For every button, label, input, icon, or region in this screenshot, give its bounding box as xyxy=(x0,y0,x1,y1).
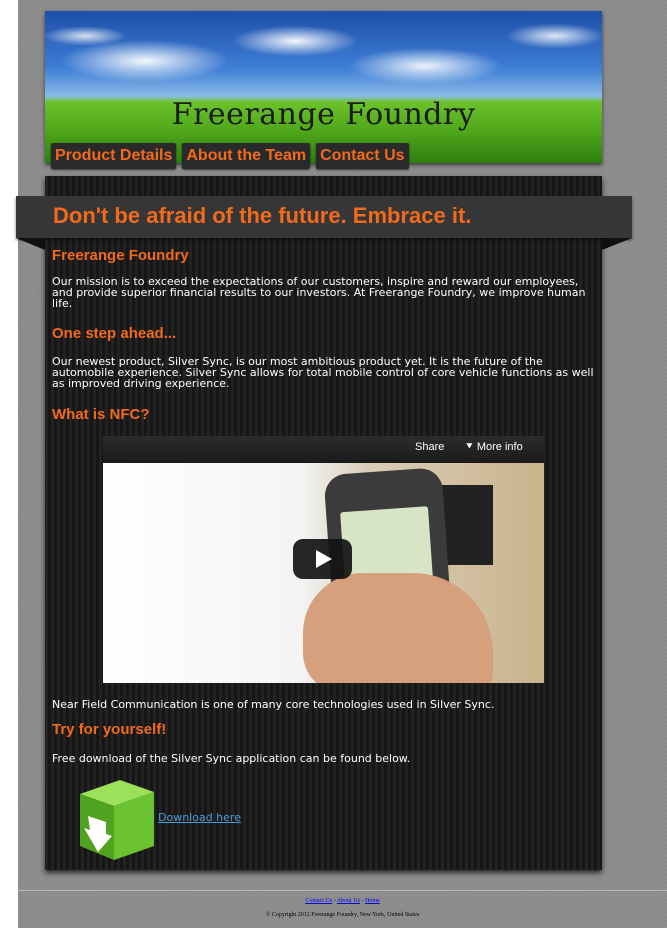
video-top-bar: Share ⯆ More info xyxy=(103,436,544,463)
nav-contact-us[interactable]: Contact Us xyxy=(316,143,409,169)
section-heading-company: Freerange Foundry xyxy=(52,247,189,264)
section-text-download: Free download of the Silver Sync applica… xyxy=(52,752,411,765)
footer-links: Contact Us - About Us - Home xyxy=(18,898,667,904)
download-box-icon[interactable] xyxy=(74,776,158,862)
copyright-text: © Copyright 2012 Freerange Foundry, New … xyxy=(265,912,420,918)
hand-image xyxy=(303,573,493,683)
nav-product-details[interactable]: Product Details xyxy=(51,143,177,169)
download-link[interactable]: Download here xyxy=(158,811,241,825)
site-title: Freerange Foundry xyxy=(171,97,476,132)
tagline: Don't be afraid of the future. Embrace i… xyxy=(53,203,472,228)
video-more-info-button[interactable]: ⯆ More info xyxy=(465,441,523,454)
ribbon-fold-left xyxy=(16,238,45,250)
chevron-down-icon: ⯆ xyxy=(465,441,477,453)
section-heading-try: Try for yourself! xyxy=(52,721,167,738)
section-heading-nfc: What is NFC? xyxy=(52,406,150,423)
video-more-info-label: More info xyxy=(476,441,523,453)
main-nav: Product Details About the Team Contact U… xyxy=(51,143,409,169)
page-edge xyxy=(0,0,18,928)
video-player[interactable]: Share ⯆ More info xyxy=(103,436,544,683)
section-heading-one-step-ahead: One step ahead... xyxy=(52,325,177,342)
section-text-nfc: Near Field Communication is one of many … xyxy=(52,698,495,711)
footer-link-contact-us[interactable]: Contact Us xyxy=(305,898,332,904)
section-text-mission: Our mission is to exceed the expectation… xyxy=(52,275,586,310)
header-banner: Freerange Foundry Product Details About … xyxy=(45,11,602,169)
section-text-silver-sync: Our newest product, Silver Sync, is our … xyxy=(52,355,594,390)
nav-about-the-team[interactable]: About the Team xyxy=(182,143,311,169)
play-icon[interactable] xyxy=(293,539,352,579)
footer-link-about-us[interactable]: About Us xyxy=(337,898,360,904)
video-share-button[interactable]: Share xyxy=(415,441,444,453)
footer-link-home[interactable]: Home xyxy=(365,898,380,904)
ribbon-fold-right xyxy=(602,238,632,250)
footer-divider xyxy=(18,890,667,891)
